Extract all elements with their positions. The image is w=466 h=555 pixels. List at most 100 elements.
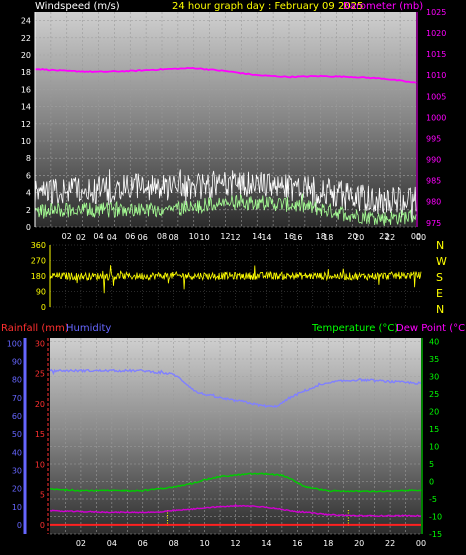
temperature-tick-label: -10 [429,513,442,522]
hour-tick-label: 02 [62,232,72,241]
humidity-tick-label: 60 [12,412,22,421]
barometer-tick-label: 975 [426,219,441,228]
humidity-tick-label: 0 [17,521,22,530]
temperature-tick-label: 30 [429,373,439,382]
rainfall-tick-label: 0 [40,521,45,530]
windspeed-tick-label: 24 [21,17,31,26]
panel-wind-direction: 0 90 180 270 360 02 04 06 08 10 12 14 16 18 20 22 00 N W… [31,233,447,316]
windspeed-tick-label: 8 [26,154,31,163]
windspeed-tick-label: 14 [21,103,31,112]
dewpoint-axis-label: Dew Point (°C) [396,323,466,334]
rainfall-tick-label: 10 [35,460,45,469]
hour-tick-label: 14 [261,539,271,548]
humidity-tick-label: 10 [12,503,22,512]
rainfall-tick-label: 20 [35,400,45,409]
windspeed-tick-label: 0 [26,223,31,232]
barometer-tick-label: 1010 [426,71,446,80]
hour-tick-label: 12 [230,539,240,548]
weather-graph: Windspeed (m/s) 24 hour graph day : Febr… [1,1,466,549]
temperature-tick-label: 0 [429,478,434,487]
barometer-tick-label: 1020 [426,29,446,38]
windspeed-tick-label: 18 [21,68,31,77]
compass-label-n-bottom: N [436,303,444,316]
hour-tick-label: 22 [385,539,395,548]
windspeed-tick-label: 10 [21,137,31,146]
humidity-tick-label: 90 [12,358,22,367]
hour-tick-label: 06 [125,232,135,241]
humidity-tick-label: 70 [12,394,22,403]
windspeed-tick-label: 12 [21,120,31,129]
hour-tick-label: 04 [93,232,103,241]
hour-tick-label: 08 [169,233,179,242]
hour-tick-label: 10 [199,539,209,548]
barometer-tick-label: 1015 [426,50,446,59]
hour-tick-label: 06 [138,539,148,548]
temperature-tick-label: 40 [429,338,439,347]
direction-tick-label: 180 [31,272,46,281]
hour-tick-label: 10 [199,233,209,242]
rainfall-tick-label: 15 [35,430,45,439]
barometer-tick-label: 1005 [426,92,446,101]
windspeed-tick-label: 20 [21,51,31,60]
windspeed-axis-label: Windspeed (m/s) [35,1,120,12]
hour-tick-label: 00 [416,233,426,242]
barometer-tick-label: 990 [426,156,441,165]
hour-tick-label: 18 [323,233,333,242]
temperature-tick-label: 5 [429,460,434,469]
hour-tick-label: 00 [416,539,426,548]
hour-tick-label: 18 [323,539,333,548]
barometer-axis-label: Barometer (mb) [343,1,423,12]
panel-temperature-humidity: -15-10-505101520253035400102030405060708… [7,338,442,549]
hour-tick-label: 08 [157,232,167,241]
humidity-axis-label: Humidity [66,323,111,334]
temperature-tick-label: 35 [429,355,439,364]
humidity-tick-label: 100 [7,339,22,348]
humidity-tick-label: 50 [12,430,22,439]
hour-tick-label: 16 [292,233,302,242]
direction-tick-label: 0 [41,303,46,312]
rainfall-tick-label: 30 [35,339,45,348]
hour-tick-label: 14 [261,233,271,242]
rainfall-axis-label: Rainfall (mm) [1,323,69,334]
hour-tick-label: 22 [385,233,395,242]
temperature-tick-label: -5 [429,495,437,504]
temperature-tick-label: 25 [429,390,439,399]
humidity-tick-label: 40 [12,448,22,457]
humidity-tick-label: 20 [12,485,22,494]
humidity-tick-label: 30 [12,466,22,475]
compass-label-s: S [436,271,443,284]
windspeed-tick-label: 4 [26,189,31,198]
compass-label-e: E [436,287,443,300]
temperature-tick-label: -15 [429,530,442,539]
temperature-tick-label: 20 [429,408,439,417]
hour-tick-label: 20 [354,539,364,548]
hour-tick-label: 04 [107,539,117,548]
hour-tick-label: 06 [138,233,148,242]
windspeed-tick-label: 6 [26,171,31,180]
hour-tick-label: 02 [76,539,86,548]
rainfall-tick-label: 5 [40,491,45,500]
chart-title: 24 hour graph day : February 09 2025 [172,1,363,12]
temperature-axis-label: Temperature (°C) [311,323,398,334]
hour-tick-label: 10 [189,232,199,241]
direction-tick-label: 270 [31,257,46,266]
windspeed-tick-label: 22 [21,34,31,43]
barometer-tick-label: 1025 [426,8,446,17]
temperature-tick-label: 10 [429,443,439,452]
rainfall-tick-label: 25 [35,370,45,379]
direction-tick-label: 360 [31,241,46,250]
panel-wind-barometer: 0246810121416182022249759809859909951000… [21,8,447,241]
humidity-tick-label: 80 [12,376,22,385]
windspeed-tick-label: 2 [26,206,31,215]
hour-tick-label: 20 [354,233,364,242]
hour-tick-label: 02 [76,233,86,242]
windspeed-tick-label: 16 [21,85,31,94]
hour-tick-label: 12 [220,232,230,241]
direction-tick-label: 90 [36,288,46,297]
barometer-tick-label: 1000 [426,113,446,122]
barometer-tick-label: 985 [426,177,441,186]
barometer-tick-label: 980 [426,198,441,207]
hour-tick-label: 04 [107,233,117,242]
barometer-tick-label: 995 [426,134,441,143]
compass-label-n-top: N [436,239,444,252]
